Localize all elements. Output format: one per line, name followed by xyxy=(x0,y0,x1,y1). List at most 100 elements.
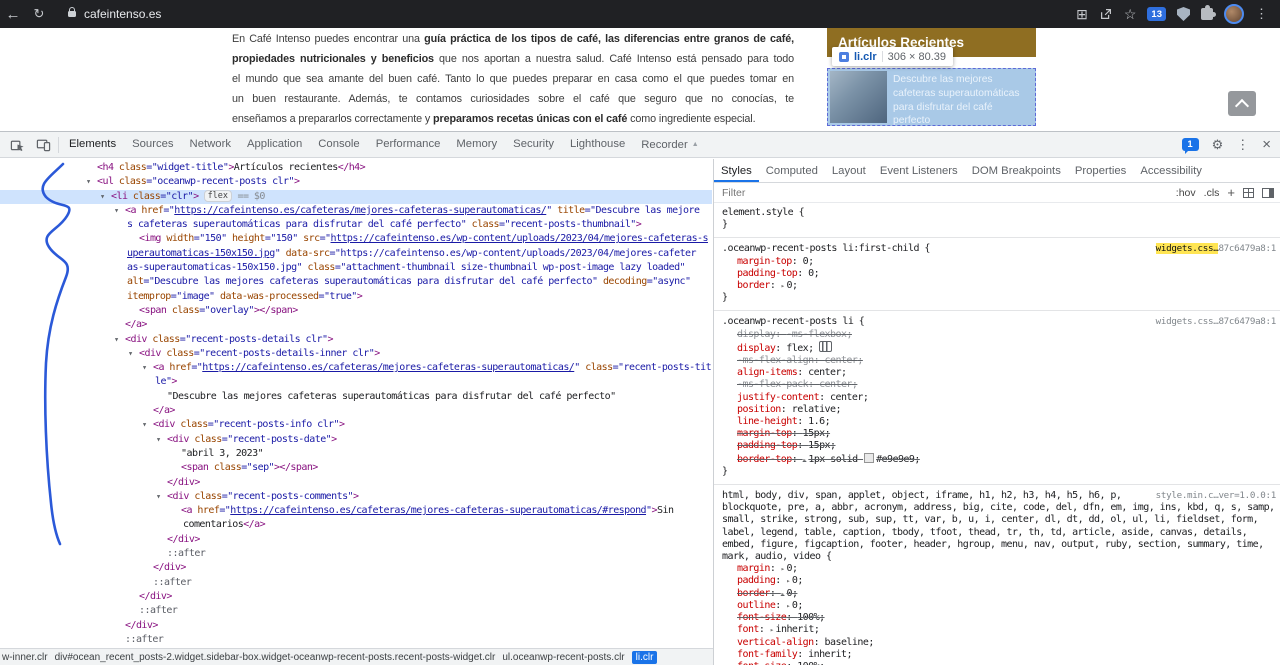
css-declaration[interactable]: padding-top: 15px; xyxy=(722,440,1276,452)
flex-badge[interactable]: flex xyxy=(203,189,233,202)
inspect-element-icon[interactable] xyxy=(4,132,30,157)
breadcrumb-item[interactable]: div#ocean_recent_posts-2.widget.sidebar-… xyxy=(55,652,496,663)
dom-tree-row[interactable]: </a> xyxy=(0,404,712,418)
scroll-to-top-button[interactable] xyxy=(1228,91,1256,116)
sidebar-tab-layout[interactable]: Layout xyxy=(825,160,873,182)
attribute-link[interactable]: uperautomaticas-150x150.jpg xyxy=(127,248,275,259)
css-declaration[interactable]: padding: ▸ 0; xyxy=(722,575,1276,587)
sidebar-tab-dom-breakpoints[interactable]: DOM Breakpoints xyxy=(965,160,1068,182)
tab-elements[interactable]: Elements xyxy=(61,132,124,157)
dom-tree-row[interactable]: itemprop="image" data-was-processed="tru… xyxy=(0,290,712,304)
dom-tree-row[interactable]: as-superautomaticas-150x150.jpg" class="… xyxy=(0,261,712,275)
issues-counter[interactable]: 1 xyxy=(1181,138,1199,154)
menu-kebab-icon[interactable]: ⋮ xyxy=(1255,6,1268,22)
lock-icon[interactable] xyxy=(68,7,76,17)
dom-tree-row[interactable]: ▾ <div class="recent-posts-comments"> xyxy=(0,490,712,504)
dom-tree-row[interactable]: ▾ <ul class="oceanwp-recent-posts clr"> xyxy=(0,175,712,189)
attribute-link[interactable]: https://cafeintenso.es/cafeteras/mejores… xyxy=(174,205,547,216)
post-thumbnail[interactable] xyxy=(830,71,887,123)
dom-tree-row[interactable]: ▾ <div class="recent-posts-date"> xyxy=(0,433,712,447)
dom-tree-row[interactable]: "abril 3, 2023" xyxy=(0,447,712,461)
css-declaration[interactable]: margin-top: 15px; xyxy=(722,428,1276,440)
css-declaration[interactable]: line-height: 1.6; xyxy=(722,416,1276,428)
dom-tree-row[interactable]: </div> xyxy=(0,619,712,633)
tab-recorder[interactable]: Recorder ▲ xyxy=(633,132,706,158)
attribute-link[interactable]: https://cafeintenso.es/cafeteras/mejores… xyxy=(230,505,646,516)
dom-tree-row[interactable]: "Descubre las mejores cafeteras superaut… xyxy=(0,390,712,404)
dom-tree-row[interactable]: ::after xyxy=(0,547,712,561)
dom-tree-row[interactable]: ::after xyxy=(0,604,712,618)
apps-grid-icon[interactable]: ⊞ xyxy=(1076,6,1088,23)
tab-console[interactable]: Console xyxy=(310,132,367,157)
css-declaration[interactable]: outline: ▸ 0; xyxy=(722,600,1276,612)
dom-tree-row[interactable]: </div> xyxy=(0,476,712,490)
stylesheet-link[interactable]: widgets.css…87c6479a8:1 xyxy=(1156,316,1277,328)
sidebar-tab-event-listeners[interactable]: Event Listeners xyxy=(873,160,965,182)
dom-tree-row[interactable]: ::after xyxy=(0,633,712,647)
expand-arrow-icon[interactable]: ▾ xyxy=(156,433,161,447)
device-toolbar-icon[interactable] xyxy=(30,132,56,157)
dom-tree-row[interactable]: ▾ <li class="clr"> flex == $0 xyxy=(0,189,712,204)
bookmark-star-icon[interactable]: ☆ xyxy=(1124,6,1137,23)
close-devtools-icon[interactable]: × xyxy=(1262,136,1271,153)
css-declaration[interactable]: padding-top: 0; xyxy=(722,268,1276,280)
expand-shorthand-icon[interactable]: ▸ xyxy=(770,626,774,634)
dom-tree-row[interactable]: s cafeteras superautomáticas para disfru… xyxy=(0,218,712,232)
css-declaration[interactable]: position: relative; xyxy=(722,404,1276,416)
tab-security[interactable]: Security xyxy=(505,132,562,157)
adblock-badge[interactable]: 13 xyxy=(1147,7,1166,21)
element-classes-button[interactable]: .cls xyxy=(1204,187,1220,199)
expand-arrow-icon[interactable]: ▾ xyxy=(142,418,147,432)
css-declaration[interactable]: align-items: center; xyxy=(722,367,1276,379)
flex-editor-icon[interactable] xyxy=(818,340,832,352)
css-declaration[interactable]: margin: ▸ 0; xyxy=(722,563,1276,575)
dom-tree-row[interactable]: ▾ <div class="recent-posts-details clr"> xyxy=(0,333,712,347)
new-style-rule-button[interactable]: + xyxy=(1227,185,1235,200)
breadcrumb-item[interactable]: w-inner.clr xyxy=(2,652,48,663)
dom-tree-row[interactable]: <span class="overlay"></span> xyxy=(0,304,712,318)
css-declaration[interactable]: font-size: 100%; xyxy=(722,612,1276,624)
dom-tree-row[interactable]: ▾ <a href="https://cafeintenso.es/cafeter… xyxy=(0,204,712,218)
dom-tree-row[interactable]: ▾ <div class="recent-posts-details-inner … xyxy=(0,347,712,361)
css-declaration[interactable]: display: flex; xyxy=(722,340,1276,355)
tab-lighthouse[interactable]: Lighthouse xyxy=(562,132,633,157)
filter-input[interactable] xyxy=(720,185,1168,200)
recent-post-item[interactable]: Descubre las mejores cafeteras superauto… xyxy=(827,68,1036,126)
expand-arrow-icon[interactable]: ▾ xyxy=(100,190,105,204)
dom-tree-row[interactable]: ▾ <a href="https://cafeintenso.es/cafeter… xyxy=(0,361,712,375)
stylesheet-link[interactable]: style.min.c…ver=1.0.0:1 xyxy=(1156,490,1277,502)
expand-shorthand-icon[interactable]: ▸ xyxy=(803,456,807,464)
dom-tree-row[interactable]: </div> xyxy=(0,533,712,547)
dom-tree-row[interactable]: le"> xyxy=(0,375,712,389)
expand-arrow-icon[interactable]: ▾ xyxy=(142,361,147,375)
expand-shorthand-icon[interactable]: ▸ xyxy=(781,282,785,290)
shield-icon[interactable] xyxy=(1177,7,1190,21)
dom-tree-row[interactable]: <img width="150" height="150" src="https… xyxy=(0,232,712,246)
dom-tree-row[interactable]: <h4 class="widget-title">Artículos recie… xyxy=(0,161,712,175)
expand-arrow-icon[interactable]: ▾ xyxy=(156,490,161,504)
expand-shorthand-icon[interactable]: ▸ xyxy=(786,577,790,585)
css-declaration[interactable]: border: ▸ 0; xyxy=(722,280,1276,292)
sidebar-tab-styles[interactable]: Styles xyxy=(714,160,759,182)
tab-memory[interactable]: Memory xyxy=(448,132,505,157)
rendering-grid-icon[interactable] xyxy=(1243,187,1254,198)
dom-tree-row[interactable]: <a href="https://cafeintenso.es/cafetera… xyxy=(0,504,712,518)
expand-shorthand-icon[interactable]: ▸ xyxy=(781,590,785,598)
profile-avatar[interactable] xyxy=(1224,4,1244,24)
expand-arrow-icon[interactable]: ▾ xyxy=(114,333,119,347)
dom-tree-row[interactable]: comentarios</a> xyxy=(0,518,712,532)
sidebar-tab-accessibility[interactable]: Accessibility xyxy=(1133,160,1209,182)
css-declaration[interactable]: -ms-flex-pack: center; xyxy=(722,379,1276,391)
tab-network[interactable]: Network xyxy=(182,132,239,157)
tab-performance[interactable]: Performance xyxy=(368,132,449,157)
breadcrumb-item[interactable]: ul.oceanwp-recent-posts.clr xyxy=(502,652,624,663)
dom-tree-row[interactable]: <span class="sep"></span> xyxy=(0,461,712,475)
dom-tree-row[interactable]: </div> xyxy=(0,590,712,604)
css-declaration[interactable]: -ms-flex-align: center; xyxy=(722,355,1276,367)
css-declaration[interactable]: justify-content: center; xyxy=(722,392,1276,404)
expand-shorthand-icon[interactable]: ▸ xyxy=(781,565,785,573)
reload-icon[interactable]: ↻ xyxy=(26,6,52,22)
stylesheet-link[interactable]: widgets.css…87c6479a8:1 xyxy=(1155,243,1276,255)
sidebar-toggle-icon[interactable] xyxy=(1262,187,1274,198)
extensions-puzzle-icon[interactable] xyxy=(1201,5,1216,20)
